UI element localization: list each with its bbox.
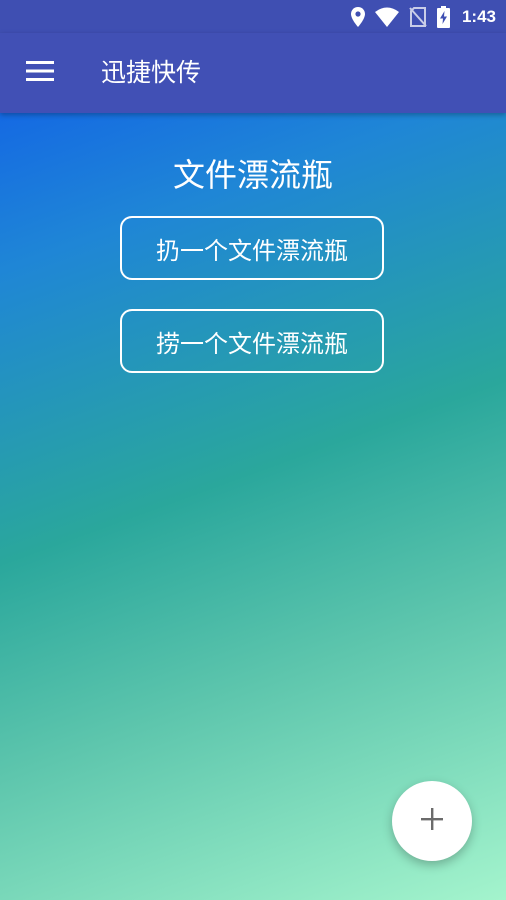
app-screen: 1:43 迅捷快传 文件漂流瓶 扔一个文件漂流瓶 捞一个文件漂流瓶 — [0, 0, 506, 900]
plus-icon — [421, 808, 443, 834]
app-title: 迅捷快传 — [101, 58, 202, 87]
page-heading: 文件漂流瓶 — [172, 156, 333, 194]
battery-charging-icon — [436, 6, 450, 28]
throw-bottle-button[interactable]: 扔一个文件漂流瓶 — [120, 216, 384, 280]
no-sim-icon — [409, 7, 427, 27]
pick-bottle-button-label: 捞一个文件漂流瓶 — [156, 329, 348, 358]
location-icon — [350, 7, 365, 27]
status-icons: 1:43 — [350, 4, 496, 30]
wifi-icon — [374, 7, 399, 27]
add-fab-button[interactable] — [392, 781, 472, 861]
menu-button[interactable] — [16, 49, 64, 97]
throw-bottle-button-label: 扔一个文件漂流瓶 — [156, 236, 348, 265]
pick-bottle-button[interactable]: 捞一个文件漂流瓶 — [120, 309, 384, 373]
status-clock: 1:43 — [461, 7, 496, 26]
status-bar: 1:43 — [0, 0, 506, 33]
app-bar: 迅捷快传 — [0, 33, 506, 113]
hamburger-menu-icon — [26, 61, 54, 85]
